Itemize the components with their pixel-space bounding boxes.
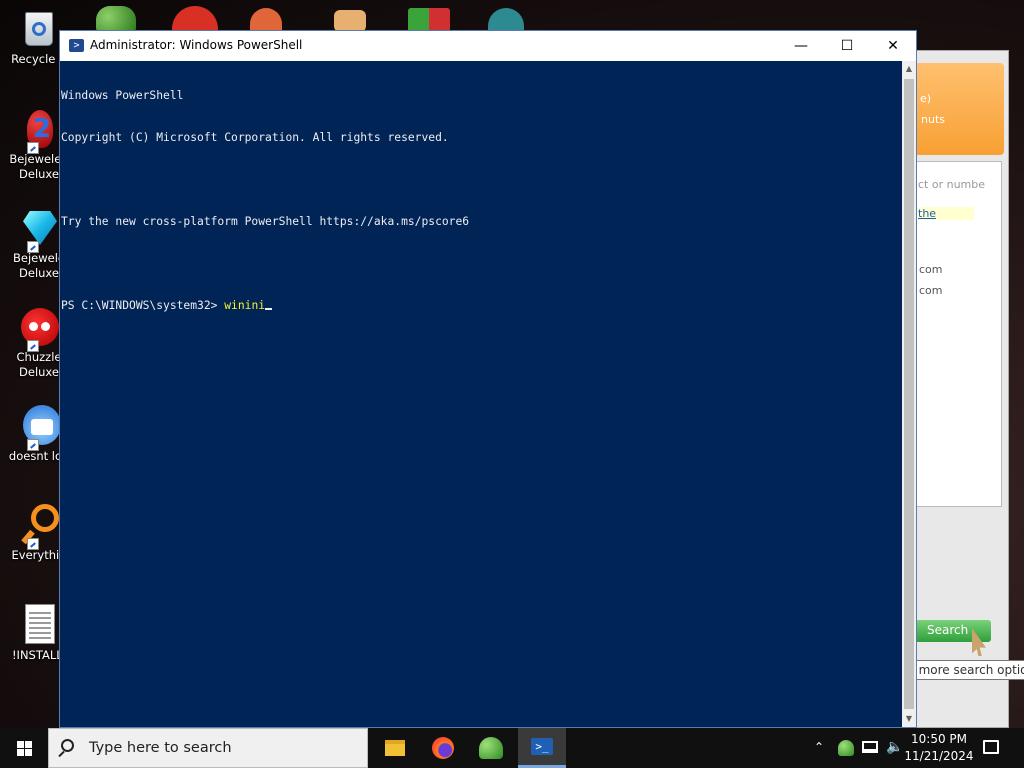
powershell-icon: >_ xyxy=(531,738,553,755)
command-input[interactable]: winini xyxy=(224,299,265,312)
powershell-window[interactable]: > Administrator: Windows PowerShell — ☐ … xyxy=(59,30,917,728)
clock-time: 10:50 PM xyxy=(911,732,967,746)
shortcut-arrow-icon xyxy=(27,538,39,550)
taskbar-firefox[interactable] xyxy=(419,728,467,768)
character-icon[interactable] xyxy=(488,8,524,32)
console-line: Windows PowerShell xyxy=(61,89,184,102)
chat-tray-icon[interactable] xyxy=(838,740,854,756)
scroll-down-icon[interactable]: ▼ xyxy=(902,711,916,727)
minimize-button[interactable]: — xyxy=(778,31,824,61)
background-text: nuts xyxy=(921,113,945,126)
chrome-icon[interactable] xyxy=(172,6,218,32)
background-link[interactable]: the xyxy=(918,207,974,220)
taskbar-chat-app[interactable] xyxy=(467,728,515,768)
volume-icon[interactable]: 🔈 xyxy=(886,739,903,755)
file-explorer-icon xyxy=(385,740,405,756)
bejeweled-diamond-icon xyxy=(17,207,61,253)
close-button[interactable]: ✕ xyxy=(870,31,916,61)
search-placeholder: Type here to search xyxy=(89,740,232,756)
bejeweled-icon: 2 xyxy=(17,108,61,154)
background-app-header xyxy=(914,63,1004,155)
users-app-icon[interactable] xyxy=(96,6,136,32)
prompt: PS C:\WINDOWS\system32> xyxy=(61,299,225,312)
scroll-up-icon[interactable]: ▲ xyxy=(902,61,916,77)
background-text: com xyxy=(919,284,943,297)
app-icon[interactable] xyxy=(334,10,366,32)
search-icon-handle xyxy=(58,750,65,758)
maximize-button[interactable]: ☐ xyxy=(824,31,870,61)
thunderbird-icon xyxy=(17,405,61,451)
powershell-icon: > xyxy=(69,39,84,52)
shortcut-arrow-icon xyxy=(27,142,39,154)
shortcut-arrow-icon xyxy=(27,241,39,253)
notifications-icon[interactable] xyxy=(983,740,999,754)
game-icon[interactable] xyxy=(250,8,282,32)
console-output[interactable]: Windows PowerShell Copyright (C) Microso… xyxy=(60,61,902,727)
firefox-icon xyxy=(432,737,454,759)
background-search-field[interactable]: ct or numbe xyxy=(918,178,985,191)
start-button[interactable] xyxy=(0,728,48,768)
text-file-icon xyxy=(17,604,61,648)
clock-date: 11/21/2024 xyxy=(904,749,974,763)
window-title: Administrator: Windows PowerShell xyxy=(90,38,303,52)
network-icon[interactable] xyxy=(862,741,878,753)
vertical-scrollbar[interactable]: ▲ ▼ xyxy=(902,61,916,727)
chuzzle-icon xyxy=(17,306,61,352)
everything-search-icon xyxy=(17,504,61,550)
text-cursor xyxy=(265,308,273,310)
recycle-bin-icon xyxy=(17,8,61,52)
chat-app-icon xyxy=(479,737,503,759)
shield-icon[interactable] xyxy=(408,8,450,32)
title-bar[interactable]: > Administrator: Windows PowerShell — ☐ … xyxy=(60,31,916,61)
shortcut-arrow-icon xyxy=(27,439,39,451)
taskbar: Type here to search >_ ⌃ 🔈 10:50 PM 11/2… xyxy=(0,728,1024,768)
taskbar-powershell[interactable]: >_ xyxy=(518,728,566,768)
taskbar-file-explorer[interactable] xyxy=(371,728,419,768)
scrollbar-thumb[interactable] xyxy=(904,79,914,709)
console-line: Copyright (C) Microsoft Corporation. All… xyxy=(61,131,449,144)
taskbar-search-box[interactable]: Type here to search xyxy=(48,728,368,768)
prompt-line[interactable]: PS C:\WINDOWS\system32> winini xyxy=(61,299,902,313)
show-hidden-icons-chevron-up-icon[interactable]: ⌃ xyxy=(814,740,824,754)
background-text: e) xyxy=(920,92,932,105)
background-text: com xyxy=(919,263,943,276)
shortcut-arrow-icon xyxy=(27,340,39,352)
clock[interactable]: 10:50 PM 11/21/2024 xyxy=(904,731,974,765)
console-line: Try the new cross-platform PowerShell ht… xyxy=(61,215,470,228)
